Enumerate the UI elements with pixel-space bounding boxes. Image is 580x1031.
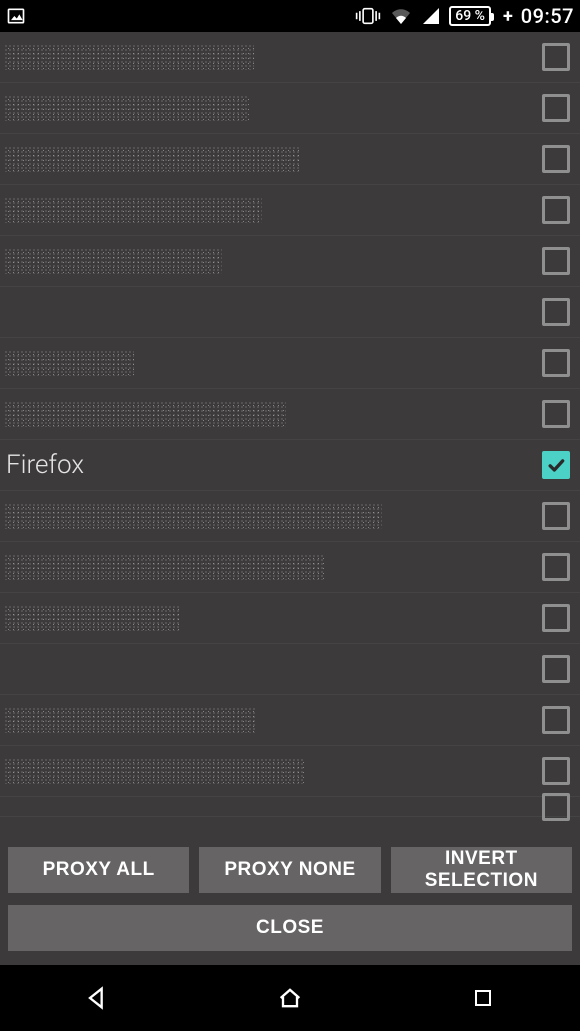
app-label [4,287,542,337]
app-checkbox[interactable] [542,400,570,428]
app-row[interactable] [0,32,580,83]
app-row[interactable] [0,83,580,134]
app-row[interactable] [0,593,580,644]
app-row[interactable] [0,236,580,287]
app-row[interactable] [0,695,580,746]
status-bar: 69 % + 09:57 [0,0,580,32]
app-checkbox[interactable] [542,604,570,632]
app-checkbox[interactable] [542,757,570,785]
app-label [4,134,542,184]
app-label [4,32,542,82]
app-checkbox[interactable] [542,553,570,581]
redacted-label [4,146,299,172]
app-checkbox[interactable] [542,451,570,479]
app-row[interactable] [0,644,580,695]
redacted-label [4,758,304,784]
app-row[interactable] [0,389,580,440]
app-checkbox[interactable] [542,145,570,173]
app-checkbox[interactable] [542,793,570,821]
app-label [4,185,542,235]
app-label [4,746,542,796]
app-checkbox[interactable] [542,706,570,734]
app-row[interactable] [0,134,580,185]
app-checkbox[interactable] [542,247,570,275]
app-checkbox[interactable] [542,298,570,326]
app-row[interactable] [0,797,580,817]
wifi-icon [389,6,413,26]
redacted-label [4,44,254,70]
redacted-label [4,707,256,733]
app-checkbox[interactable] [542,43,570,71]
app-checkbox[interactable] [542,349,570,377]
app-row[interactable] [0,338,580,389]
proxy-none-button[interactable]: PROXY NONE [199,847,380,893]
redacted-label [4,350,134,376]
close-button[interactable]: CLOSE [8,905,572,951]
app-label [4,389,542,439]
app-checkbox[interactable] [542,655,570,683]
redacted-label [4,554,324,580]
notification-image-icon [6,6,26,26]
app-label [4,491,542,541]
app-label [4,83,542,133]
button-bar: PROXY ALL PROXY NONE INVERT SELECTION CL… [0,837,580,965]
app-label [4,236,542,286]
proxy-all-button[interactable]: PROXY ALL [8,847,189,893]
battery-indicator: 69 % [449,6,491,26]
back-button[interactable] [61,974,133,1022]
invert-selection-button[interactable]: INVERT SELECTION [391,847,572,893]
redacted-label [4,503,382,529]
redacted-label [4,605,179,631]
app-label [4,797,542,816]
recents-button[interactable] [447,974,519,1022]
signal-icon [421,6,441,26]
app-label [4,593,542,643]
vibrate-icon [355,6,381,26]
app-label [4,542,542,592]
app-label [4,644,542,694]
app-row[interactable] [0,491,580,542]
clock: 09:57 [521,4,574,28]
app-checkbox[interactable] [542,196,570,224]
app-checkbox[interactable] [542,94,570,122]
stamina-plus-icon: + [503,6,513,27]
system-nav-bar [0,965,580,1031]
app-row[interactable] [0,542,580,593]
app-label-text: Firefox [4,450,84,480]
app-row[interactable]: Firefox [0,440,580,491]
app-row[interactable] [0,287,580,338]
app-row[interactable] [0,746,580,797]
redacted-label [4,95,249,121]
redacted-label [4,401,286,427]
app-label [4,695,542,745]
redacted-label [4,248,222,274]
battery-text: 69 % [455,8,485,24]
home-button[interactable] [254,974,326,1022]
redacted-label [4,197,262,223]
app-row[interactable] [0,185,580,236]
app-list[interactable]: Firefox [0,32,580,837]
app-label: Firefox [4,440,542,490]
app-checkbox[interactable] [542,502,570,530]
app-label [4,338,542,388]
